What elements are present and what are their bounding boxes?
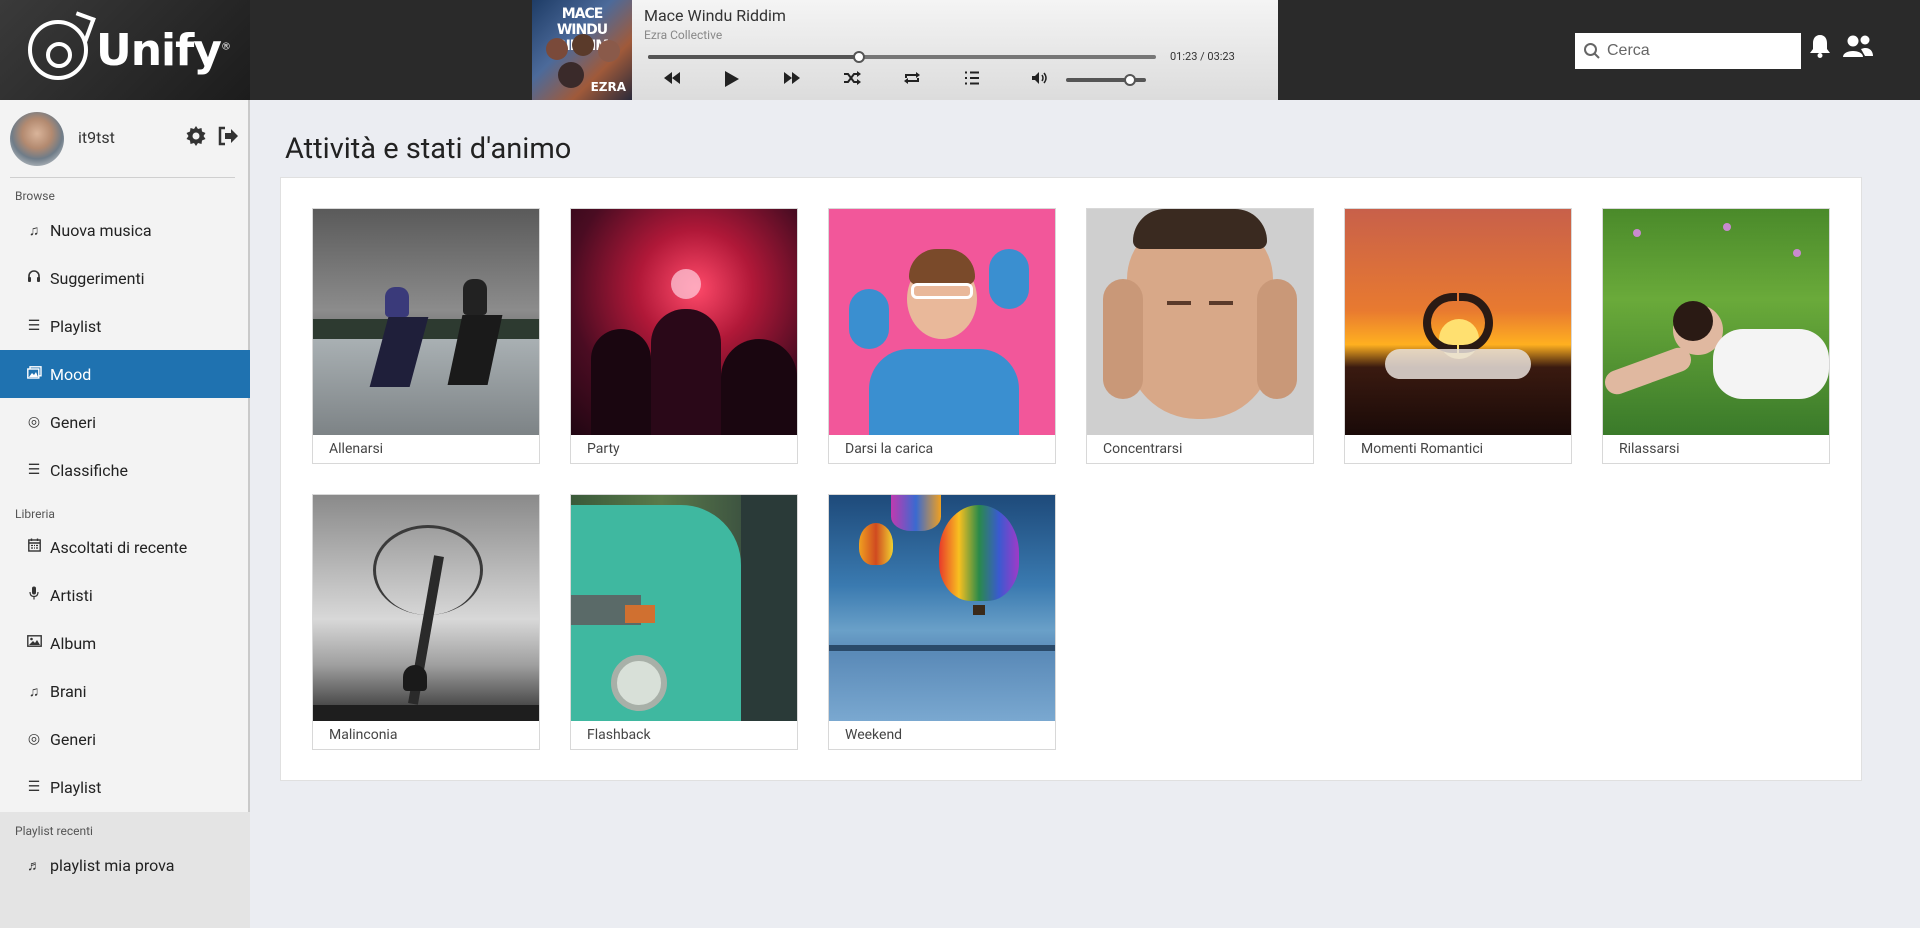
list-icon: ☰ bbox=[27, 779, 41, 795]
track-title: Mace Windu Riddim bbox=[644, 6, 786, 25]
shuffle-icon[interactable] bbox=[840, 70, 864, 90]
disc-icon: ◎ bbox=[27, 414, 41, 430]
volume-knob[interactable] bbox=[1124, 74, 1136, 86]
unify-logo[interactable]: Unify® bbox=[0, 0, 250, 100]
calendar-icon bbox=[24, 538, 44, 556]
mood-card-concentrarsi[interactable]: Concentrarsi bbox=[1086, 208, 1314, 464]
sidebar-item-generi-libreria[interactable]: ◎ Generi bbox=[0, 715, 250, 763]
logo-mark-icon bbox=[28, 20, 88, 80]
sidebar-item-album[interactable]: Album bbox=[0, 619, 250, 667]
sidebar-item-playlist[interactable]: ☰ Playlist bbox=[0, 302, 250, 350]
mood-image bbox=[829, 209, 1055, 435]
mood-label: Rilassarsi bbox=[1619, 441, 1680, 457]
image-icon bbox=[24, 635, 44, 651]
mood-card-rilassarsi[interactable]: Rilassarsi bbox=[1602, 208, 1830, 464]
section-libreria: Libreria bbox=[15, 507, 55, 521]
mood-card-malinconia[interactable]: Malinconia bbox=[312, 494, 540, 750]
headphones-icon bbox=[24, 269, 44, 287]
section-browse: Browse bbox=[15, 189, 55, 203]
sidebar-item-brani[interactable]: ♫ Brani bbox=[0, 667, 250, 715]
mood-image bbox=[313, 209, 539, 435]
microphone-icon bbox=[24, 586, 44, 604]
mood-card-allenarsi[interactable]: Allenarsi bbox=[312, 208, 540, 464]
avatar[interactable] bbox=[10, 112, 64, 166]
sidebar-item-nuova-musica[interactable]: ♫ Nuova musica bbox=[0, 206, 250, 254]
users-icon[interactable] bbox=[1842, 34, 1874, 64]
sidebar-item-artisti[interactable]: Artisti bbox=[0, 571, 250, 619]
music-icon: ♬ bbox=[27, 857, 41, 874]
time-display: 01:23 / 03:23 bbox=[1170, 50, 1235, 63]
username[interactable]: it9tst bbox=[78, 128, 115, 147]
mood-label: Concentrarsi bbox=[1103, 441, 1183, 457]
queue-list-icon[interactable] bbox=[960, 70, 984, 90]
mood-label: Party bbox=[587, 441, 620, 457]
search-box[interactable] bbox=[1575, 33, 1801, 69]
sidebar-item-generi[interactable]: ◎ Generi bbox=[0, 398, 250, 446]
progress-bar[interactable] bbox=[648, 51, 1156, 63]
mood-image bbox=[1345, 209, 1571, 435]
mood-label: Malinconia bbox=[329, 727, 398, 743]
fast-forward-icon[interactable] bbox=[780, 70, 804, 90]
divider bbox=[10, 177, 235, 178]
cover-label: EZRA bbox=[590, 80, 626, 94]
disc-icon: ◎ bbox=[27, 731, 41, 747]
mood-label: Flashback bbox=[587, 727, 651, 743]
search-input[interactable] bbox=[1605, 41, 1785, 61]
progress-knob[interactable] bbox=[852, 51, 865, 63]
music-player: MACE WINDU RIDDIM EZRA Mace Windu Riddim… bbox=[532, 0, 1278, 100]
mood-image bbox=[829, 495, 1055, 721]
mood-card-flashback[interactable]: Flashback bbox=[570, 494, 798, 750]
music-note-icon: ♫ bbox=[28, 683, 40, 700]
progress-fill bbox=[648, 55, 859, 59]
list-icon: ☰ bbox=[27, 318, 41, 334]
mood-image bbox=[571, 209, 797, 435]
gear-icon[interactable] bbox=[186, 126, 206, 151]
recent-playlists: Playlist recenti ♬ playlist mia prova bbox=[0, 812, 250, 928]
mood-label: Darsi la carica bbox=[845, 441, 934, 457]
section-playlist-recenti: Playlist recenti bbox=[15, 824, 93, 838]
sidebar-item-suggerimenti[interactable]: Suggerimenti bbox=[0, 254, 250, 302]
mood-image bbox=[1603, 209, 1829, 435]
images-icon bbox=[24, 365, 44, 383]
user-panel: it9tst bbox=[0, 100, 250, 178]
mood-label: Momenti Romantici bbox=[1361, 441, 1484, 457]
recent-playlist-item[interactable]: ♬ playlist mia prova bbox=[0, 841, 250, 889]
search-icon bbox=[1584, 43, 1600, 59]
album-cover[interactable]: MACE WINDU RIDDIM EZRA bbox=[532, 0, 632, 100]
sidebar-item-ascoltati-di-recente[interactable]: Ascoltati di recente bbox=[0, 523, 250, 571]
sidebar-item-classifiche[interactable]: ☰ Classifiche bbox=[0, 446, 250, 494]
mood-grid-panel: Allenarsi Party Darsi la carica Concentr… bbox=[280, 177, 1862, 781]
play-icon[interactable] bbox=[720, 70, 744, 90]
repeat-icon[interactable] bbox=[900, 70, 924, 90]
sidebar-item-mood[interactable]: Mood bbox=[0, 350, 250, 398]
list-icon: ☰ bbox=[27, 462, 41, 478]
page-title: Attività e stati d'animo bbox=[285, 132, 572, 166]
rewind-icon[interactable] bbox=[660, 70, 684, 90]
mood-label: Weekend bbox=[845, 727, 903, 743]
mood-image bbox=[313, 495, 539, 721]
bell-icon[interactable] bbox=[1809, 34, 1831, 64]
mood-image bbox=[1087, 209, 1313, 435]
volume-slider[interactable] bbox=[1066, 74, 1146, 86]
mood-card-weekend[interactable]: Weekend bbox=[828, 494, 1056, 750]
mood-card-darsi-la-carica[interactable]: Darsi la carica bbox=[828, 208, 1056, 464]
mood-label: Allenarsi bbox=[329, 441, 384, 457]
track-artist[interactable]: Ezra Collective bbox=[644, 28, 722, 42]
logo-text: Unify® bbox=[96, 24, 231, 76]
volume-icon[interactable] bbox=[1028, 70, 1052, 90]
mood-image bbox=[571, 495, 797, 721]
top-bar: Unify® MACE WINDU RIDDIM EZRA Mace Windu… bbox=[0, 0, 1920, 100]
logout-icon[interactable] bbox=[217, 126, 239, 151]
mood-card-momenti-romantici[interactable]: Momenti Romantici bbox=[1344, 208, 1572, 464]
music-note-icon: ♫ bbox=[28, 222, 40, 239]
sidebar-item-playlist-libreria[interactable]: ☰ Playlist bbox=[0, 763, 250, 811]
sidebar: it9tst Browse ♫ Nuova musica Suggerimenti… bbox=[0, 100, 250, 928]
mood-card-party[interactable]: Party bbox=[570, 208, 798, 464]
